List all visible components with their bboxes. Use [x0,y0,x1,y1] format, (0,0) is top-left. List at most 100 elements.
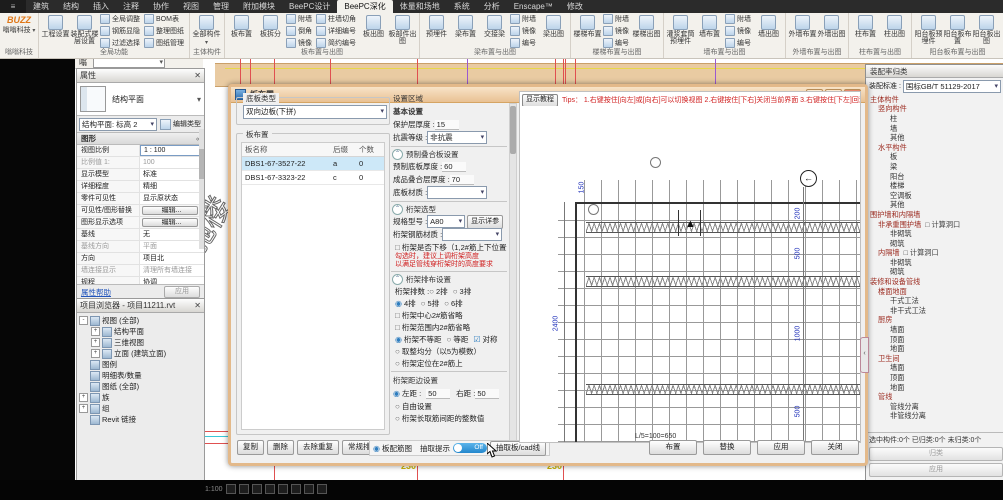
ribbon-item[interactable]: 附墙 [509,13,539,25]
property-row[interactable]: 方向 项目北 [77,253,204,265]
view-control-icon[interactable] [265,484,275,494]
ribbon-item[interactable]: 交接梁 [480,13,509,49]
ribbon-item[interactable]: 板拆分 [256,13,285,49]
expand-icon[interactable]: + [91,338,100,347]
property-row[interactable]: 墙连接显示 清理所有墙连接 [77,265,204,277]
properties-apply-button[interactable]: 应用 [164,286,200,298]
slab-preview[interactable]: 显示教程 Tips： 1.右键按住[向左]或[向右]可以切换视图 2.右键按住[… [519,91,861,443]
options-bar-dropdown[interactable] [93,58,165,68]
range-rebar-checkbox[interactable]: 桁架范围内2#筋省略 [395,322,470,333]
classify-tree-item[interactable]: 柱 [868,114,1002,124]
browser-tree-item[interactable]: + 立面 (建筑立面) [77,348,204,359]
ribbon-item[interactable]: 楼梯出图 [632,13,661,49]
ribbon-tab[interactable]: 体量和场地 [393,0,447,13]
truss-section-header[interactable]: ⌃ 桁架选型 [391,203,507,215]
ribbon-tab[interactable]: 注释 [116,0,146,13]
close-icon[interactable]: ✕ [194,71,201,80]
topping-thickness-input[interactable]: 70 [450,175,474,185]
slab-type-dropdown[interactable]: 双向边板(下拼) [243,105,387,119]
ribbon-item[interactable]: 镜像 [285,37,315,49]
ribbon-tab[interactable]: 系统 [447,0,477,13]
truss-rows-radio[interactable]: 5排 [421,298,440,309]
classify-tree-item[interactable]: 梁 [868,162,1002,172]
show-details-button[interactable]: 显示详参 [467,215,503,229]
classify-tree-item[interactable]: 顶面 [868,373,1002,383]
ribbon-item[interactable]: 柱布置 [851,13,880,49]
ribbon-item[interactable]: 外墙布置 [788,13,817,49]
classify-tree-item[interactable]: 板 [868,153,1002,163]
type-preview[interactable]: 结构平面 ▾ [77,83,204,116]
ribbon-item[interactable]: 过滤选择 [99,37,143,49]
ribbon-item[interactable]: 图纸管理 [143,37,187,49]
view-control-icon[interactable] [304,484,314,494]
classify-tree-item[interactable]: 非管线分离 [868,412,1002,422]
truss-model-dropdown[interactable]: A80 [427,215,465,228]
classify-tree-item[interactable]: 阳台 [868,172,1002,182]
browser-tree-item[interactable]: 图纸 (全部) [77,381,204,392]
property-row[interactable]: 可见性/图形替换 编辑... [77,205,204,217]
browser-tree-item[interactable]: - 视图 (全部) [77,315,204,326]
property-row[interactable]: 基线 无 [77,229,204,241]
ribbon-item[interactable]: 全局调整 [99,13,143,25]
view-control-icon[interactable] [291,484,301,494]
round-split-radio[interactable]: 取整均分（以5为模数） [395,346,481,357]
classify-tree-item[interactable]: 墙面 [868,325,1002,335]
ribbon-tab[interactable]: 插入 [86,0,116,13]
ribbon-tab[interactable]: BeePC设计 [282,0,337,13]
app-menu-icon[interactable]: ≡ [0,0,26,13]
ribbon-item[interactable]: 附墙 [602,13,632,25]
ribbon-item[interactable]: 整理图纸 [143,25,187,37]
type-selector-dropdown[interactable]: 结构平面: 标高 2 [79,118,157,131]
panel-collapse-handle[interactable]: ‹ [860,337,869,373]
classify-tree-item[interactable]: 管线分离 [868,402,1002,412]
classify-tree-item[interactable]: 围护墙和内隔墙 [868,210,1002,220]
classify-tree-item[interactable]: 砌筑 [868,268,1002,278]
ribbon-item[interactable]: 钢筋显隐 [99,25,143,37]
cover-thickness-input[interactable]: 15 [435,120,459,130]
classify-tree-item[interactable]: 非砌筑 [868,229,1002,239]
expand-icon[interactable]: - [79,316,88,325]
right-distance-input[interactable]: 50 [475,389,499,399]
ribbon-tab[interactable]: 视图 [176,0,206,13]
classify-tree-item[interactable]: 非砌筑 [868,258,1002,268]
show-tutorial-button[interactable]: 显示教程 [522,94,558,106]
browser-tree-item[interactable]: + 三维视图 [77,337,204,348]
classify-tree-item[interactable]: 干式工法 [868,296,1002,306]
classify-tree-item[interactable]: 内隔墙 □ 计算洞口 [868,249,1002,259]
view-control-icon[interactable] [239,484,249,494]
classify-tree-item[interactable]: 空调板 [868,191,1002,201]
ribbon-item[interactable]: 墙出图 [754,13,783,49]
ribbon-item[interactable]: 附墙 [724,13,754,25]
dialog-footer-button[interactable]: 替换 [703,440,751,455]
standard-dropdown[interactable]: 国标GB/T 51129-2017 [903,80,1001,93]
classify-tree-item[interactable]: 顶面 [868,335,1002,345]
calc-opening-checkbox[interactable]: □ 计算洞口 [904,248,939,258]
classify-tree-item[interactable]: 其他 [868,201,1002,211]
classify-tree-item[interactable]: 墙 [868,124,1002,134]
ribbon-item[interactable]: 板部件出图 [388,13,417,49]
buzz-button[interactable]: BUZZ 嗡嗡科技 [2,13,36,49]
view-control-icon[interactable] [317,484,327,494]
dialog-footer-button[interactable]: 关闭 [811,440,859,455]
plate-table-row[interactable]: DBS1-67-3527-22 a 0 [242,157,384,171]
browser-tree-item[interactable]: 明细表/数量 [77,370,204,381]
truss-rows-radio[interactable]: 6排 [444,298,463,309]
ribbon-tab[interactable]: 建筑 [26,0,56,13]
ribbon-item[interactable]: 镜像 [509,25,539,37]
ribbon-item[interactable]: 镜像 [602,25,632,37]
integer-length-radio[interactable]: 桁架长取筋间距的整数值 [395,413,484,424]
truss-material-dropdown[interactable] [442,228,502,241]
ribbon-item[interactable]: 简约编号 [315,37,359,49]
ribbon-tab[interactable]: Enscape™ [507,0,560,13]
property-row[interactable]: 比例值 1: 100 [77,157,204,169]
ribbon-tab[interactable]: 修改 [560,0,590,13]
ribbon-tab[interactable]: 协作 [146,0,176,13]
property-row[interactable]: 详细程度 精细 [77,181,204,193]
ribbon-item[interactable]: 板布置 [227,13,256,49]
truss-rows-radio[interactable]: 4排 [395,298,416,309]
classify-tree-item[interactable]: 地面 [868,344,1002,354]
ribbon-item[interactable]: 工程设置 [41,13,70,49]
ribbon-item[interactable]: 板出图 [359,13,388,49]
edit-type-button[interactable]: 编辑类型 [159,118,202,131]
expand-icon[interactable]: + [91,327,100,336]
